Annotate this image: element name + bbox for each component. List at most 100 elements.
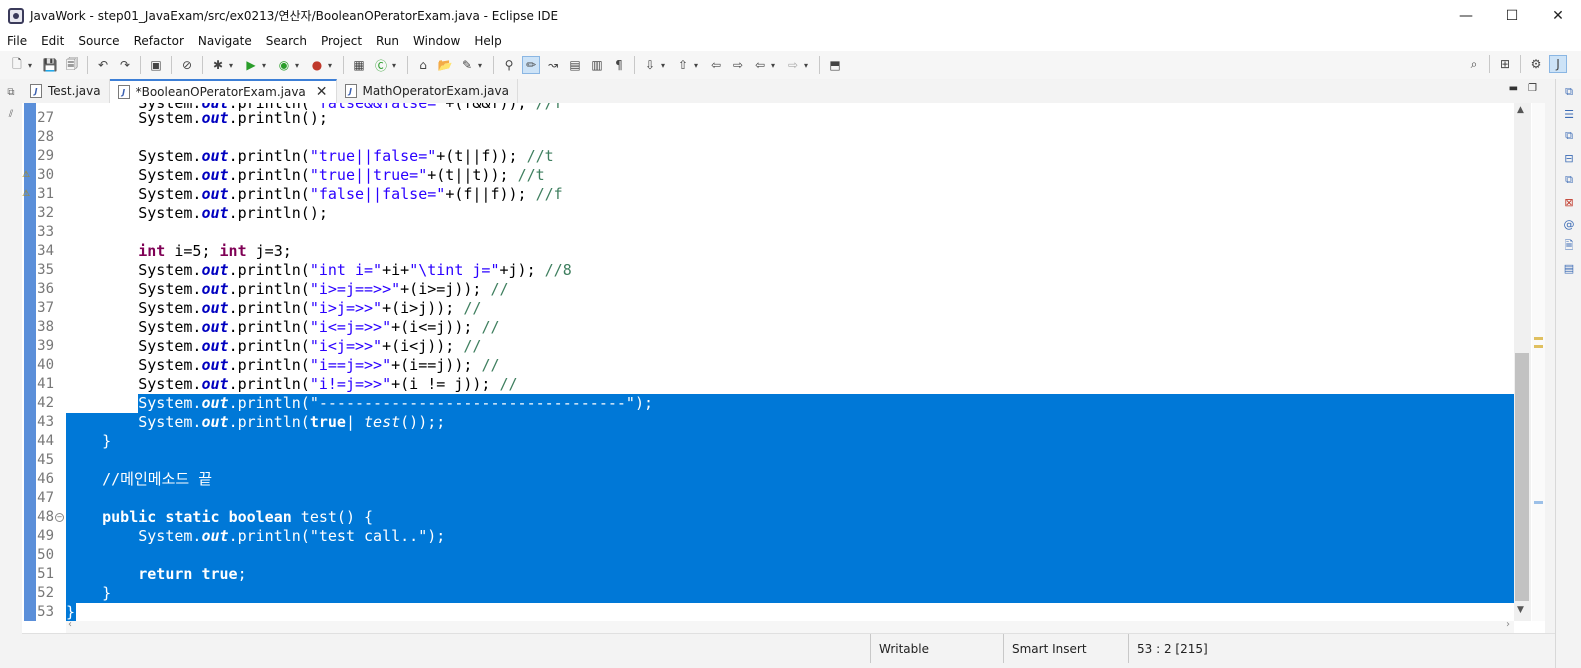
menu-window[interactable]: Window xyxy=(406,34,467,48)
code-line[interactable]: System.out.println(); xyxy=(66,109,328,128)
vertical-scrollbar[interactable]: ▲ ▼ xyxy=(1514,103,1531,621)
back-dropdown-icon[interactable]: ▾ xyxy=(771,61,779,70)
minimize-editor-icon[interactable]: ▬ xyxy=(1509,83,1518,94)
restore-icon[interactable]: ⧉ xyxy=(1561,128,1577,144)
overview-ruler[interactable] xyxy=(1532,103,1545,621)
scroll-down-icon[interactable]: ▼ xyxy=(1517,605,1524,615)
maximize-icon[interactable]: ☐ xyxy=(1489,0,1535,31)
search-tool-icon[interactable]: ✎ xyxy=(458,56,476,74)
status-insert-mode[interactable]: Smart Insert xyxy=(1003,634,1128,663)
code-line[interactable]: System.out.println("int i="+i+"\tint j="… xyxy=(66,261,572,280)
restore-icon[interactable]: ⧉ xyxy=(4,85,18,99)
show-whitespace-icon[interactable]: ¶ xyxy=(610,56,628,74)
close-tab-icon[interactable]: ✕ xyxy=(316,84,328,100)
code-line[interactable]: int i=5; int j=3; xyxy=(66,242,292,261)
code-line[interactable]: System.out.println("i==j=>>"+(i==j)); // xyxy=(66,356,499,375)
save-icon[interactable]: 💾 xyxy=(41,56,59,74)
menu-navigate[interactable]: Navigate xyxy=(191,34,259,48)
mark-occurrences-icon[interactable]: ✏ xyxy=(522,56,540,74)
horizontal-scrollbar[interactable]: ‹ › xyxy=(66,619,1514,633)
new-class-icon[interactable]: Ⓒ xyxy=(372,56,390,74)
menu-run[interactable]: Run xyxy=(369,34,406,48)
status-cursor-position[interactable]: 53 : 2 [215] xyxy=(1128,634,1298,663)
skip-breakpoints-icon[interactable]: ⊘ xyxy=(178,56,196,74)
debug-icon[interactable]: ✱ xyxy=(209,56,227,74)
code-line[interactable]: System.out.println("i<j=>>"+(i<j)); // xyxy=(66,337,481,356)
menu-help[interactable]: Help xyxy=(467,34,508,48)
redo-icon[interactable]: ↷ xyxy=(116,56,134,74)
forward-dropdown-icon[interactable]: ▾ xyxy=(804,61,812,70)
debug-dropdown-icon[interactable]: ▾ xyxy=(229,61,237,70)
new-dropdown-icon[interactable]: ▾ xyxy=(28,61,36,70)
tab-test-java[interactable]: J Test.java xyxy=(22,79,110,103)
new-class-dropdown-icon[interactable]: ▾ xyxy=(392,61,400,70)
scroll-up-icon[interactable]: ▲ xyxy=(1517,105,1524,115)
problems-icon[interactable]: ⊠ xyxy=(1561,194,1577,210)
declaration-icon[interactable]: 🗎 xyxy=(1561,238,1577,254)
menu-source[interactable]: Source xyxy=(71,34,126,48)
code-line[interactable]: public static boolean test() { xyxy=(66,508,373,527)
minimize-icon[interactable]: — xyxy=(1443,0,1489,31)
forward-icon[interactable]: ⇨ xyxy=(784,56,802,74)
open-task-icon[interactable]: ⚲ xyxy=(500,56,518,74)
new-icon[interactable]: 🗋 xyxy=(8,56,26,74)
warning-icon[interactable]: ⚠ xyxy=(22,170,34,182)
new-java-project-icon[interactable]: ▦ xyxy=(350,56,368,74)
close-icon[interactable]: ✕ xyxy=(1535,0,1581,31)
tab-boolean-operator-exam[interactable]: J *BooleanOPeratorExam.java ✕ xyxy=(109,79,337,103)
terminal-icon[interactable]: ▣ xyxy=(147,56,165,74)
coverage-dropdown-icon[interactable]: ▾ xyxy=(295,61,303,70)
previous-annotation-dropdown-icon[interactable]: ▾ xyxy=(694,61,702,70)
code-line[interactable]: System.out.println("i!=j=>>"+(i != j)); … xyxy=(66,375,517,394)
menu-file[interactable]: File xyxy=(0,34,34,48)
toggle-breadcrumb-icon[interactable]: ↝ xyxy=(544,56,562,74)
javadoc-icon[interactable]: @ xyxy=(1561,216,1577,232)
menu-refactor[interactable]: Refactor xyxy=(127,34,191,48)
last-edit-location-icon[interactable]: ⇦ xyxy=(707,56,725,74)
code-line[interactable]: System.out.println("i>=j==>>"+(i>=j)); /… xyxy=(66,280,508,299)
code-line[interactable]: System.out.println("true||true="+(t||t))… xyxy=(66,166,544,185)
code-line[interactable]: return true; xyxy=(66,565,246,584)
code-line[interactable]: } xyxy=(66,432,111,451)
package-explorer-icon[interactable]: ⫽ xyxy=(4,107,18,121)
menu-project[interactable]: Project xyxy=(314,34,369,48)
tab-math-operator-exam[interactable]: J MathOperatorExam.java xyxy=(337,79,518,103)
open-perspective-icon[interactable]: ⊞ xyxy=(1496,55,1514,73)
overview-marker[interactable] xyxy=(1534,501,1543,504)
code-line[interactable]: System.out.println("--------------------… xyxy=(66,394,653,413)
scroll-left-icon[interactable]: ‹ xyxy=(68,619,72,630)
scroll-right-icon[interactable]: › xyxy=(1506,619,1510,630)
fold-toggle-icon[interactable]: − xyxy=(55,513,64,522)
next-annotation-dropdown-icon[interactable]: ▾ xyxy=(661,61,669,70)
overview-marker[interactable] xyxy=(1534,337,1543,340)
external-tools-icon[interactable]: ● xyxy=(308,56,326,74)
code-line[interactable]: } xyxy=(66,584,111,603)
code-line[interactable]: System.out.println("false||false="+(f||f… xyxy=(66,185,562,204)
quick-access-search-icon[interactable]: ⌕ xyxy=(1465,55,1483,73)
open-folder-icon[interactable]: 📂 xyxy=(436,56,454,74)
search-tool-dropdown-icon[interactable]: ▾ xyxy=(478,61,486,70)
block-selection-icon[interactable]: ▤ xyxy=(566,56,584,74)
next-annotation-icon[interactable]: ⇩ xyxy=(641,56,659,74)
code-line[interactable]: System.out.println("test call.."); xyxy=(66,527,445,546)
save-all-icon[interactable]: 🗐 xyxy=(63,56,81,74)
external-tools-dropdown-icon[interactable]: ▾ xyxy=(328,61,336,70)
code-editor[interactable]: 27 28 29 30 ⚠ 31 ⚠ 32 33 34 35 36 37 38 39 40 41 42 43 44 45… xyxy=(22,103,1545,633)
console-icon[interactable]: ▤ xyxy=(1561,260,1577,276)
previous-annotation-icon[interactable]: ⇧ xyxy=(674,56,692,74)
code-line[interactable]: System.out.println(true| test());; xyxy=(66,413,445,432)
pin-editor-icon[interactable]: ⇨ xyxy=(729,56,747,74)
code-area[interactable]: System.out.println("false&&false="+(f&&f… xyxy=(66,103,1514,633)
word-wrap-icon[interactable]: ▥ xyxy=(588,56,606,74)
open-type-icon[interactable]: ⌂ xyxy=(414,56,432,74)
java-ee-perspective-icon[interactable]: ⚙ xyxy=(1527,55,1545,73)
restore-outline-icon[interactable]: ⧉ xyxy=(1561,84,1577,100)
task-list-icon[interactable]: ☰ xyxy=(1561,106,1577,122)
coverage-icon[interactable]: ◉ xyxy=(275,56,293,74)
run-icon[interactable]: ▶ xyxy=(242,56,260,74)
warning-icon[interactable]: ⚠ xyxy=(22,189,34,201)
back-icon[interactable]: ⇦ xyxy=(751,56,769,74)
scrollbar-thumb[interactable] xyxy=(1515,353,1529,601)
code-line[interactable]: System.out.println(); xyxy=(66,204,328,223)
code-line[interactable]: System.out.println("i>j=>>"+(i>j)); // xyxy=(66,299,481,318)
